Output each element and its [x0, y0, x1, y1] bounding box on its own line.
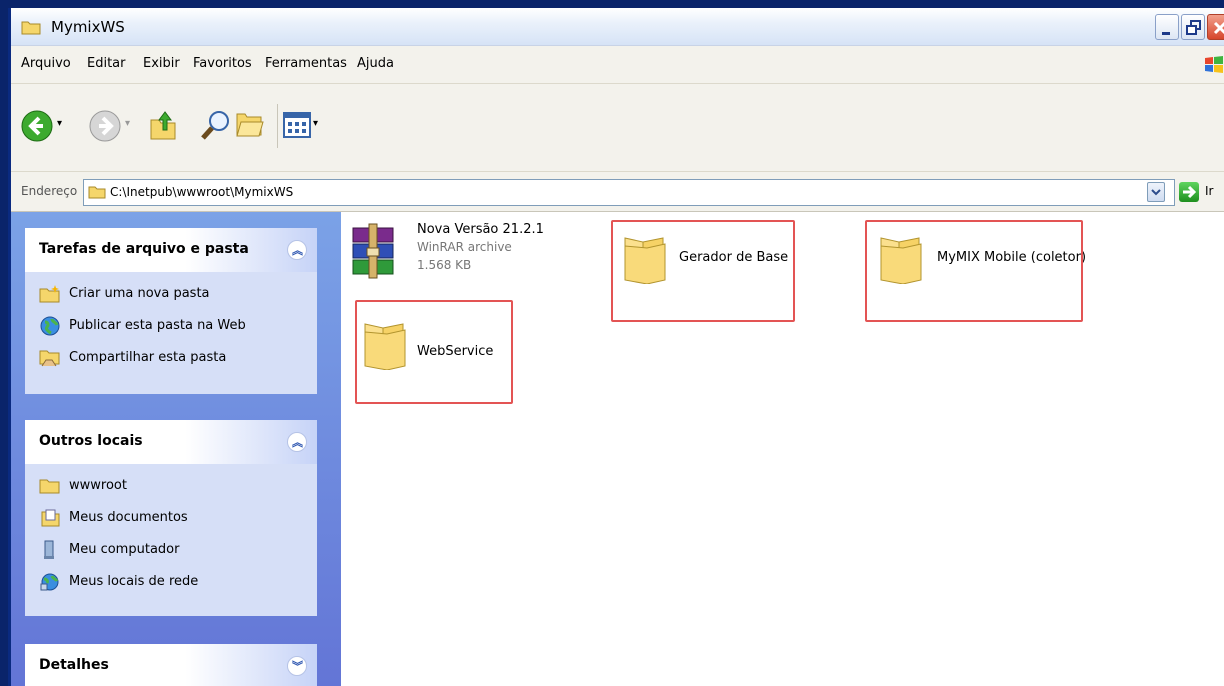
highlight-box [865, 220, 1083, 322]
menu-arquivo[interactable]: Arquivo [21, 56, 71, 71]
address-label: Endereço [21, 184, 78, 198]
views-icon[interactable] [283, 112, 311, 138]
address-path: C:\Inetpub\wwwroot\MymixWS [110, 185, 294, 199]
highlight-box [611, 220, 795, 322]
chevron-down-icon [1151, 189, 1161, 196]
task-label: Publicar esta pasta na Web [69, 318, 246, 333]
back-dropdown-icon[interactable]: ▾ [57, 118, 62, 129]
task-pane: Tarefas de arquivo e pasta ︽ Criar uma n… [11, 212, 341, 686]
folder-icon [21, 21, 41, 35]
place-label: Meus documentos [69, 510, 188, 525]
documents-icon [41, 509, 60, 527]
place-network[interactable]: Meus locais de rede [39, 572, 303, 604]
file-item-archive[interactable]: Nova Versão 21.2.1 WinRAR archive 1.568 … [349, 218, 569, 290]
winrar-archive-icon [352, 223, 394, 279]
folders-icon[interactable] [235, 110, 267, 140]
shared-folder-icon [39, 350, 60, 367]
place-label: wwwroot [69, 478, 127, 493]
window-title: MymixWS [51, 18, 125, 36]
menu-ajuda[interactable]: Ajuda [357, 56, 394, 71]
panel-header[interactable]: Outros locais ︽ [25, 420, 317, 464]
place-label: Meus locais de rede [69, 574, 199, 589]
place-my-computer[interactable]: Meu computador [39, 540, 303, 572]
panel-file-tasks: Tarefas de arquivo e pasta ︽ Criar uma n… [25, 228, 317, 394]
chevron-up-icon: ︽ [292, 436, 303, 449]
up-folder-icon[interactable] [147, 108, 179, 142]
menu-exibir[interactable]: Exibir [143, 56, 180, 71]
toolbar-separator [277, 104, 278, 148]
task-label: Criar uma nova pasta [69, 286, 210, 301]
collapse-button[interactable]: ︽ [287, 432, 307, 452]
close-button[interactable] [1207, 14, 1224, 40]
task-label: Compartilhar esta pasta [69, 350, 227, 365]
chevron-up-icon: ︽ [292, 244, 303, 257]
expand-button[interactable]: ︾ [287, 656, 307, 676]
minimize-button[interactable] [1155, 14, 1179, 40]
network-icon [40, 573, 59, 591]
arrow-right-icon [1183, 185, 1197, 199]
panel-title: Detalhes [39, 657, 109, 673]
menu-editar[interactable]: Editar [87, 56, 126, 71]
menu-bar: Arquivo Editar Exibir Favoritos Ferramen… [11, 46, 1224, 84]
folder-icon [39, 479, 60, 494]
minimize-icon [1162, 32, 1170, 35]
panel-header[interactable]: Tarefas de arquivo e pasta ︽ [25, 228, 317, 272]
address-dropdown-button[interactable] [1147, 182, 1165, 202]
close-icon [1213, 21, 1224, 35]
toolbar: ▾ ▾ ▾ [11, 84, 1224, 172]
place-wwwroot[interactable]: wwwroot [39, 476, 303, 508]
new-folder-icon [39, 285, 60, 303]
chevron-down-icon: ︾ [292, 660, 303, 673]
go-label[interactable]: Ir [1205, 184, 1213, 198]
computer-icon [44, 540, 54, 559]
forward-dropdown-icon[interactable]: ▾ [125, 118, 130, 129]
highlight-box [355, 300, 513, 404]
menu-ferramentas[interactable]: Ferramentas [265, 56, 347, 71]
place-my-documents[interactable]: Meus documentos [39, 508, 303, 540]
restore-button[interactable] [1181, 14, 1205, 40]
panel-other-places: Outros locais ︽ wwwroot Meus documentos … [25, 420, 317, 616]
place-label: Meu computador [69, 542, 180, 557]
menu-favoritos[interactable]: Favoritos [193, 56, 252, 71]
file-name: Nova Versão 21.2.1 [417, 222, 544, 237]
panel-title: Outros locais [39, 433, 143, 449]
search-icon[interactable] [199, 108, 233, 144]
go-button[interactable] [1179, 182, 1199, 202]
address-bar: Endereço C:\Inetpub\wwwroot\MymixWS Ir [11, 172, 1224, 212]
windows-logo-icon [1205, 56, 1223, 73]
address-input[interactable]: C:\Inetpub\wwwroot\MymixWS [83, 179, 1175, 206]
file-size: 1.568 KB [417, 258, 472, 272]
task-publish-web[interactable]: Publicar esta pasta na Web [39, 316, 303, 348]
folder-icon [88, 186, 106, 199]
panel-title: Tarefas de arquivo e pasta [39, 241, 249, 257]
restore-icon [1186, 20, 1201, 35]
panel-header[interactable]: Detalhes ︾ [25, 644, 317, 686]
globe-icon [40, 316, 60, 336]
collapse-button[interactable]: ︽ [287, 240, 307, 260]
explorer-window: MymixWS Arquivo Editar Exibir Favoritos … [8, 8, 1224, 686]
back-icon[interactable] [21, 110, 53, 142]
views-dropdown-icon[interactable]: ▾ [313, 118, 318, 129]
task-new-folder[interactable]: Criar uma nova pasta [39, 284, 303, 316]
file-list: Nova Versão 21.2.1 WinRAR archive 1.568 … [341, 212, 1224, 686]
title-bar[interactable]: MymixWS [11, 8, 1224, 46]
file-type: WinRAR archive [417, 240, 512, 254]
forward-icon[interactable] [89, 110, 121, 142]
panel-details: Detalhes ︾ [25, 644, 317, 686]
task-share-folder[interactable]: Compartilhar esta pasta [39, 348, 303, 380]
